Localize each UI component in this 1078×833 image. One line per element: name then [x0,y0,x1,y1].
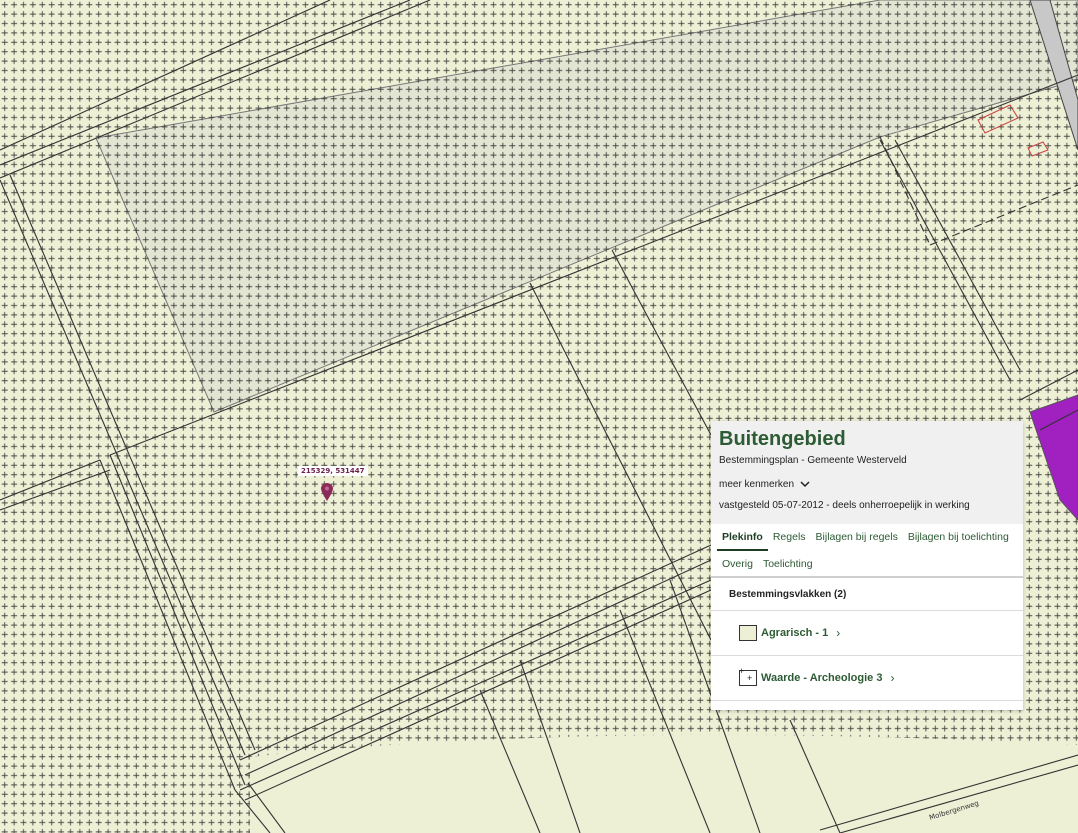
plan-status: vastgesteld 05-07-2012 - deels onherroep… [719,500,970,511]
tab-toelichting[interactable]: Toelichting [758,551,818,576]
tab-regels[interactable]: Regels [768,524,811,551]
plan-subtitle: Bestemmingsplan - Gemeente Westerveld [719,455,907,466]
plan-title: Buitengebied [719,428,846,450]
info-panel: Buitengebied Bestemmingsplan - Gemeente … [711,421,1023,710]
item-label: Agrarisch - 1 [761,627,829,639]
chevron-down-icon [800,481,810,488]
tab-bijlagen-toelichting[interactable]: Bijlagen bij toelichting [903,524,1014,551]
chevron-right-icon: › [890,671,895,685]
more-features-label: meer kenmerken [719,479,795,490]
list-item-agrarisch[interactable]: Agrarisch - 1 › [711,611,1023,656]
section-title: Bestemmingsvlakken (2) [711,578,1023,611]
coordinate-label: 215329, 531447 [298,466,368,476]
list-item-archeologie[interactable]: Waarde - Archeologie 3 › [711,656,1023,701]
item-label: Waarde - Archeologie 3 [761,672,883,684]
tab-bijlagen-regels[interactable]: Bijlagen bij regels [811,524,903,551]
more-features-toggle[interactable]: meer kenmerken [719,479,1015,490]
plain-area [250,742,1078,833]
archeologie-swatch [739,666,757,686]
tab-overig[interactable]: Overig [717,551,758,576]
tab-plekinfo[interactable]: Plekinfo [717,524,768,551]
agrarisch-swatch [739,625,757,641]
panel-header: Buitengebied Bestemmingsplan - Gemeente … [711,421,1023,524]
panel-tabs: Plekinfo Regels Bijlagen bij regels Bijl… [711,524,1023,578]
location-pin-icon [321,483,333,501]
chevron-right-icon: › [836,626,841,640]
